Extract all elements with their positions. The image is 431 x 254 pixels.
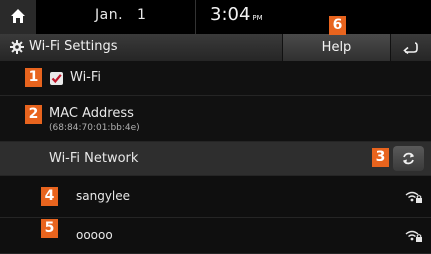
wifi-lock-icon [405, 230, 422, 242]
refresh-button[interactable] [393, 146, 424, 171]
wifi-lock-icon [405, 191, 422, 203]
back-arrow-icon [403, 42, 418, 54]
date-day: 1 [137, 7, 147, 23]
wifi-settings-screen: Jan. 1 3:04 PM Wi-Fi Settings Help Wi-Fi… [0, 0, 431, 254]
date-month: Jan. [95, 7, 124, 23]
wifi-network-label: Wi-Fi Network [49, 151, 139, 166]
help-button[interactable]: Help [282, 34, 391, 61]
mac-address-value: (68:84:70:01:bb:4e) [49, 123, 140, 133]
clock-ampm: PM [252, 14, 263, 22]
checkmark-icon [51, 74, 62, 84]
home-icon [11, 9, 25, 23]
back-button[interactable] [390, 34, 431, 61]
home-button[interactable] [0, 0, 36, 34]
callout-3: 3 [372, 148, 389, 167]
wifi-checkbox[interactable] [50, 72, 63, 85]
wifi-toggle-row[interactable]: Wi-Fi [0, 61, 431, 96]
network-name: ooooo [76, 228, 113, 242]
page-title-text: Wi-Fi Settings [29, 39, 118, 54]
network-list-item[interactable]: ooooo [0, 218, 431, 254]
callout-4: 4 [41, 187, 58, 206]
callout-6: 6 [329, 16, 346, 35]
page-title: Wi-Fi Settings [10, 39, 117, 54]
callout-2: 2 [25, 105, 42, 124]
clock-time: 3:04 [210, 4, 251, 25]
refresh-icon [403, 152, 414, 165]
wifi-label: Wi-Fi [70, 70, 102, 85]
mac-address-label: MAC Address [49, 106, 134, 121]
title-bar: Wi-Fi Settings Help [0, 34, 431, 61]
status-divider [195, 0, 196, 34]
network-name: sangylee [76, 189, 131, 203]
clock: 3:04 PM [210, 4, 263, 25]
status-bar: Jan. 1 3:04 PM [0, 0, 431, 34]
callout-1: 1 [25, 68, 42, 87]
wifi-network-header: Wi-Fi Network [0, 142, 431, 176]
date-display: Jan. 1 [95, 7, 146, 23]
callout-5: 5 [41, 219, 58, 238]
mac-address-row: MAC Address (68:84:70:01:bb:4e) [0, 96, 431, 142]
network-list-item[interactable]: sangylee [0, 176, 431, 218]
gear-icon [10, 39, 24, 54]
